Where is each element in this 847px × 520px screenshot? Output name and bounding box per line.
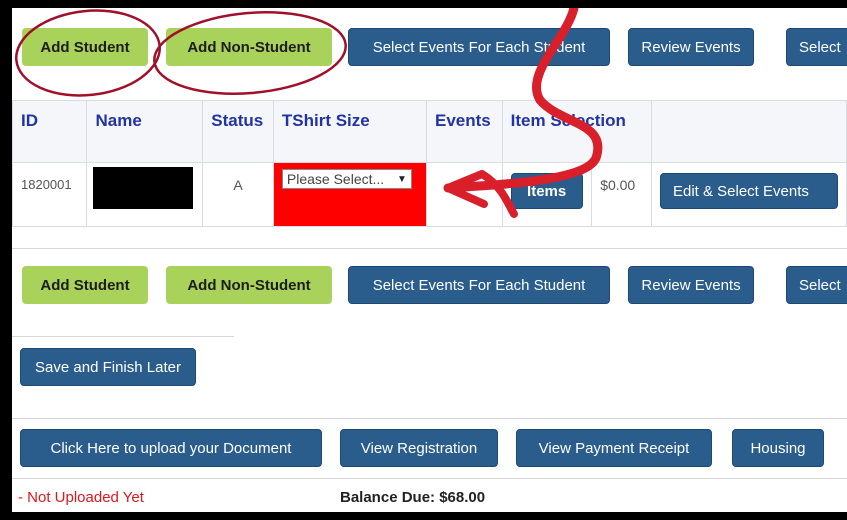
student-name-redacted: [86, 162, 204, 227]
save-finish-later-button[interactable]: Save and Finish Later: [20, 348, 196, 386]
student-status: A: [202, 162, 274, 227]
header-name: Name: [86, 100, 204, 163]
add-student-button-bottom[interactable]: Add Student: [22, 266, 148, 304]
divider: [12, 336, 234, 337]
add-student-button[interactable]: Add Student: [22, 28, 148, 66]
review-events-button-bottom[interactable]: Review Events: [628, 266, 754, 304]
header-id: ID: [12, 100, 88, 163]
header-tshirt-size: TShirt Size: [272, 100, 427, 163]
header-actions: [650, 100, 847, 163]
select-events-each-student-button-bottom[interactable]: Select Events For Each Student: [348, 266, 610, 304]
events-count: 0: [425, 162, 503, 227]
upload-document-button[interactable]: Click Here to upload your Document: [20, 429, 322, 467]
add-non-student-button-bottom[interactable]: Add Non-Student: [166, 266, 332, 304]
table-header-row: ID Name Status TShirt Size Events Item S…: [12, 100, 847, 163]
header-events: Events: [425, 100, 503, 163]
select-events-each-student-button[interactable]: Select Events For Each Student: [348, 28, 610, 66]
divider: [12, 418, 847, 419]
view-registration-button[interactable]: View Registration: [340, 429, 498, 467]
select-button-bottom[interactable]: Select: [786, 266, 847, 304]
housing-button[interactable]: Housing: [732, 429, 824, 467]
view-payment-receipt-button[interactable]: View Payment Receipt: [516, 429, 712, 467]
divider: [12, 478, 847, 479]
registration-panel: Add Student Add Non-Student Select Event…: [12, 8, 847, 512]
items-button[interactable]: Items: [510, 173, 583, 209]
tshirt-size-cell: Please Select... ▼: [272, 162, 427, 227]
balance-due-text: Balance Due: $68.00: [340, 489, 486, 506]
tshirt-size-value: Please Select...: [286, 171, 385, 187]
chevron-down-icon: ▼: [396, 173, 407, 185]
tshirt-size-select[interactable]: Please Select... ▼: [281, 169, 412, 189]
select-button[interactable]: Select: [786, 28, 847, 66]
redaction-block: [93, 167, 194, 209]
table-row: 1820001 A Please Select... ▼ 0 Items $0.…: [12, 162, 847, 227]
header-status: Status: [202, 100, 274, 163]
upload-status-text: - Not Uploaded Yet: [18, 489, 144, 506]
items-cell: Items: [501, 162, 593, 227]
add-non-student-button[interactable]: Add Non-Student: [166, 28, 332, 66]
divider: [12, 248, 847, 249]
item-amount: $0.00: [591, 162, 652, 227]
actions-cell: Edit & Select Events: [650, 162, 847, 227]
student-id: 1820001: [12, 162, 88, 227]
student-table: ID Name Status TShirt Size Events Item S…: [12, 100, 847, 227]
edit-select-events-button[interactable]: Edit & Select Events: [659, 173, 838, 209]
header-item-selection: Item Selection: [501, 100, 652, 163]
review-events-button[interactable]: Review Events: [628, 28, 754, 66]
